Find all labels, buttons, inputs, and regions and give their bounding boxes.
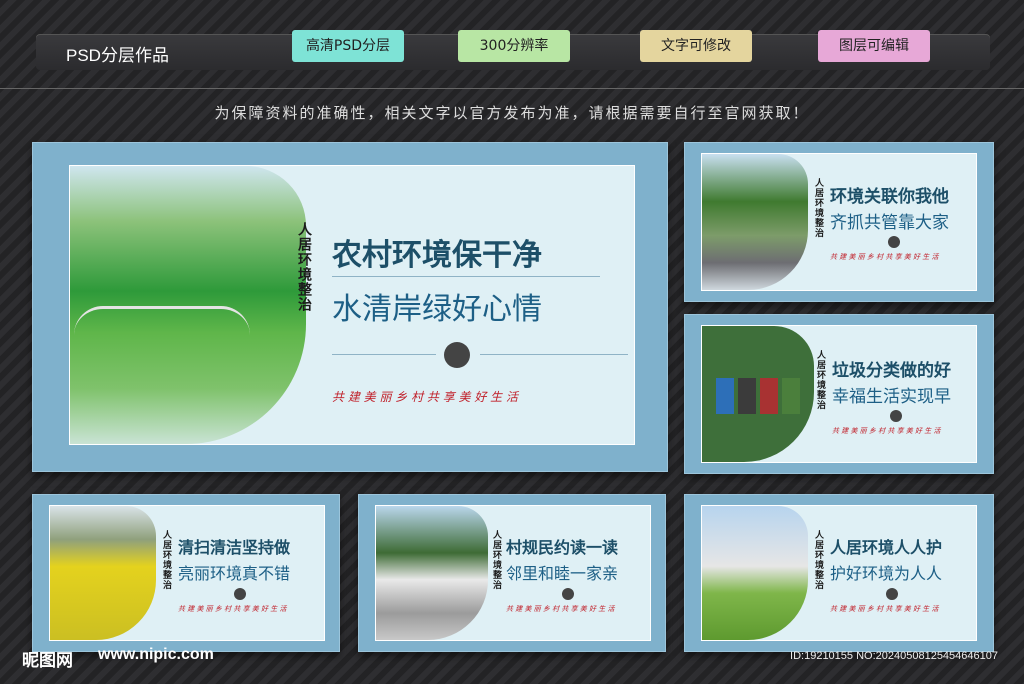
board-village-rules: 人居环境整治 村规民约读一读 邻里和睦一家亲 共 建 美 丽 乡 村 共 享 美… — [358, 494, 666, 652]
bridge-shape — [74, 306, 250, 335]
board-environment: 人居环境整治 环境关联你我他 齐抓共管靠大家 共 建 美 丽 乡 村 共 享 美… — [684, 142, 994, 302]
board-panel: 人居环境整治 人居环境人人护 护好环境为人人 共 建 美 丽 乡 村 共 享 美… — [701, 505, 977, 641]
board-living-environment: 人居环境整治 人居环境人人护 护好环境为人人 共 建 美 丽 乡 村 共 享 美… — [684, 494, 994, 652]
board-subline: 邻里和睦一家亲 — [506, 564, 619, 583]
vertical-label: 人居环境整治 — [161, 530, 171, 590]
ornament-left — [332, 354, 436, 355]
tag-editable-layers: 图层可编辑 — [818, 30, 930, 62]
rapeseed-field-photo — [50, 506, 156, 640]
tag-resolution: 300分辨率 — [458, 30, 570, 62]
board-panel: 人居环境整治 环境关联你我他 齐抓共管靠大家 共 建 美 丽 乡 村 共 享 美… — [701, 153, 977, 291]
board-slogan: 共 建 美 丽 乡 村 共 享 美 好 生 活 — [832, 427, 941, 435]
notice-text: 为保障资料的准确性，相关文字以官方发布为准，请根据需要自行至官网获取！ — [214, 104, 810, 122]
headline-rule — [332, 276, 600, 277]
seal-icon — [562, 588, 574, 600]
main-subline: 水清岸绿好心情 — [332, 292, 542, 327]
main-headline: 农村环境保干净 — [332, 238, 542, 273]
board-headline: 环境关联你我他 — [830, 187, 949, 207]
board-slogan: 共 建 美 丽 乡 村 共 享 美 好 生 活 — [178, 605, 287, 613]
board-subline: 幸福生活实现早 — [832, 387, 951, 407]
main-board: 人居环境整治 农村环境保干净 水清岸绿好心情 共 建 美 丽 乡 村 共 享 美… — [32, 142, 668, 472]
board-headline: 垃圾分类做的好 — [832, 361, 951, 381]
board-panel: 人居环境整治 垃圾分类做的好 幸福生活实现早 共 建 美 丽 乡 村 共 享 美… — [701, 325, 977, 463]
board-subline: 齐抓共管靠大家 — [830, 213, 949, 233]
board-headline: 清扫清洁坚持做 — [178, 538, 291, 557]
seal-icon — [234, 588, 246, 600]
board-slogan: 共 建 美 丽 乡 村 共 享 美 好 生 活 — [830, 253, 939, 261]
board-headline: 人居环境人人护 — [830, 538, 943, 557]
vertical-label: 人居环境整治 — [813, 530, 823, 590]
village-gate-photo — [376, 506, 488, 640]
board-panel: 人居环境整治 清扫清洁坚持做 亮丽环境真不错 共 建 美 丽 乡 村 共 享 美… — [49, 505, 325, 641]
board-subline: 亮丽环境真不错 — [178, 564, 291, 583]
recycle-bins-photo — [702, 326, 814, 462]
site-url: www.nipic.com — [98, 646, 214, 663]
vertical-label: 人居环境整治 — [813, 178, 823, 238]
board-slogan: 共 建 美 丽 乡 村 共 享 美 好 生 活 — [506, 605, 615, 613]
recycle-bin-black — [738, 378, 756, 414]
main-board-panel: 人居环境整治 农村环境保干净 水清岸绿好心情 共 建 美 丽 乡 村 共 享 美… — [69, 165, 635, 445]
seal-icon — [444, 342, 470, 368]
board-garbage: 人居环境整治 垃圾分类做的好 幸福生活实现早 共 建 美 丽 乡 村 共 享 美… — [684, 314, 994, 474]
board-headline: 村规民约读一读 — [506, 538, 619, 557]
seal-icon — [886, 588, 898, 600]
lake-bridge-photo — [70, 166, 306, 444]
board-subline: 护好环境为人人 — [830, 564, 943, 583]
vertical-label: 人居环境整治 — [815, 350, 825, 410]
recycle-bin-red — [760, 378, 778, 414]
recycle-bin-blue — [716, 378, 734, 414]
board-cleaning: 人居环境整治 清扫清洁坚持做 亮丽环境真不错 共 建 美 丽 乡 村 共 享 美… — [32, 494, 340, 652]
vertical-label: 人居环境整治 — [491, 530, 501, 590]
board-slogan: 共 建 美 丽 乡 村 共 享 美 好 生 活 — [830, 605, 939, 613]
tag-editable-text: 文字可修改 — [640, 30, 752, 62]
image-id: ID:19210155 NO:20240508125454646107 — [790, 650, 998, 662]
village-houses-photo — [702, 506, 808, 640]
village-road-photo — [702, 154, 808, 290]
main-slogan: 共 建 美 丽 乡 村 共 享 美 好 生 活 — [332, 390, 518, 404]
divider — [0, 88, 1024, 89]
tag-hd-psd: 高清PSD分层 — [292, 30, 404, 62]
board-panel: 人居环境整治 村规民约读一读 邻里和睦一家亲 共 建 美 丽 乡 村 共 享 美… — [375, 505, 651, 641]
seal-icon — [888, 236, 900, 248]
header-title: PSD分层作品 — [66, 46, 169, 65]
ornament-right — [480, 354, 628, 355]
site-logo: 昵图网 — [22, 651, 73, 671]
vertical-label: 人居环境整治 — [296, 222, 312, 312]
recycle-bin-green — [782, 378, 800, 414]
seal-icon — [890, 410, 902, 422]
